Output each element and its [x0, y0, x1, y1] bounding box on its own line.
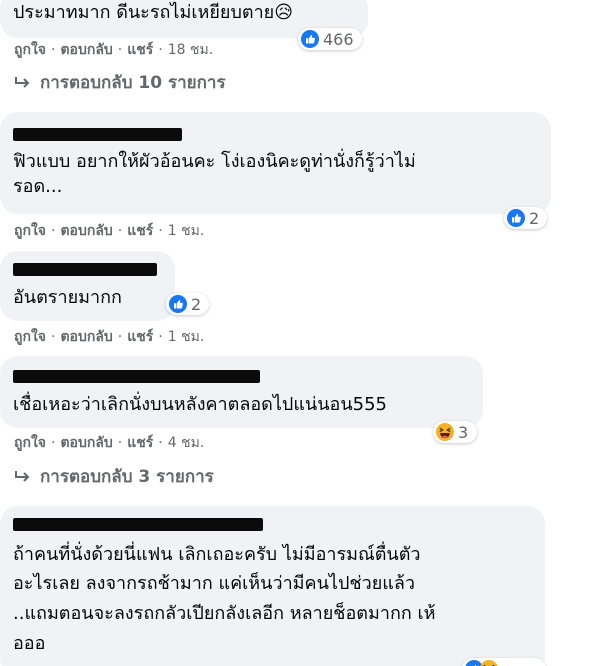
comment-actions: ถูกใจ · ตอบกลับ · แชร์ · 4 ชม. — [14, 435, 205, 451]
comment-actions: ถูกใจ · ตอบกลับ · แชร์ · 1 ชม. — [14, 223, 205, 239]
reaction-count: 466 — [323, 29, 354, 49]
reaction-count: 3 — [458, 422, 469, 442]
reply-link[interactable]: ตอบกลับ — [60, 435, 112, 451]
share-link[interactable]: แชร์ — [127, 435, 153, 451]
reply-link[interactable]: ตอบกลับ — [60, 42, 112, 58]
reply-arrow-icon — [15, 77, 30, 88]
reaction-count-pill[interactable]: 3 — [433, 421, 477, 443]
reaction-count-pill[interactable]: 466 — [298, 28, 362, 50]
replies-label: การตอบกลับ 10 รายการ — [40, 73, 226, 93]
comment-bubble: ถ้าคนที่นั่งด้วยนี่แฟน เลิกเถอะครับ ไม่ม… — [0, 506, 545, 666]
share-link[interactable]: แชร์ — [127, 42, 153, 58]
timestamp[interactable]: 4 ชม. — [168, 435, 205, 451]
reaction-count: 2 — [191, 294, 202, 314]
reaction-count-pill[interactable]: 2 — [504, 207, 547, 229]
reaction-count-pill[interactable]: 2 — [166, 293, 209, 315]
haha-icon — [480, 660, 498, 666]
comment-text: ถ้าคนที่นั่งด้วยนี่แฟน เลิกเถอะครับ ไม่ม… — [13, 544, 421, 565]
timestamp[interactable]: 1 ชม. — [168, 329, 205, 345]
comment-text: เชื่อเหอะว่าเลิกนั่งบนหลังคาตลอดไปแน่นอน… — [13, 394, 388, 415]
redacted-author-name — [13, 518, 263, 531]
timestamp[interactable]: 18 ชม. — [168, 42, 213, 58]
redacted-author-name — [13, 128, 182, 141]
comment-text: อะไรเลย ลงจากรถช้ามาก แค่เห็นว่ามีคนไปช่… — [13, 573, 415, 594]
comment-text: อออ — [13, 633, 46, 654]
comment-text: อันตรายมากก — [13, 287, 122, 308]
comment-text: รอด... — [13, 176, 63, 197]
timestamp[interactable]: 1 ชม. — [168, 223, 205, 239]
redacted-author-name — [13, 370, 260, 383]
reply-link[interactable]: ตอบกลับ — [60, 223, 112, 239]
reaction-count: 2 — [529, 208, 540, 228]
comment-bubble: ฟิวแบบ อยากให้ผัวอ้อนคะ โง่เองนิคะดูท่าน… — [0, 112, 551, 214]
replies-label: การตอบกลับ 3 รายการ — [40, 467, 214, 487]
redacted-author-name — [13, 263, 157, 276]
share-link[interactable]: แชร์ — [127, 223, 153, 239]
like-link[interactable]: ถูกใจ — [14, 223, 46, 239]
like-link[interactable]: ถูกใจ — [14, 435, 46, 451]
reply-link[interactable]: ตอบกลับ — [60, 329, 112, 345]
comment-actions: ถูกใจ · ตอบกลับ · แชร์ · 18 ชม. — [14, 42, 214, 58]
comment-text: ฟิวแบบ อยากให้ผัวอ้อนคะ โง่เองนิคะดูท่าน… — [13, 151, 416, 172]
reaction-count-pill[interactable] — [462, 658, 546, 666]
like-icon — [169, 295, 187, 313]
comment-actions: ถูกใจ · ตอบกลับ · แชร์ · 1 ชม. — [14, 329, 205, 345]
like-icon — [507, 209, 525, 227]
comment-text: ประมาทมาก ดีนะรถไม่เหยียบตาย😥 — [13, 2, 293, 23]
reply-arrow-icon — [15, 471, 30, 482]
comment-text: ..แถมตอนจะลงรถกลัวเปียกลังเลอีก หลายช็อต… — [13, 603, 436, 624]
share-link[interactable]: แชร์ — [127, 329, 153, 345]
comment-bubble: เชื่อเหอะว่าเลิกนั่งบนหลังคาตลอดไปแน่นอน… — [0, 356, 483, 428]
like-link[interactable]: ถูกใจ — [14, 329, 46, 345]
view-replies-link[interactable]: การตอบกลับ 10 รายการ — [14, 72, 226, 94]
haha-icon — [436, 423, 454, 441]
comment-bubble: อันตรายมากก — [0, 251, 175, 321]
view-replies-link[interactable]: การตอบกลับ 3 รายการ — [14, 466, 214, 488]
like-icon — [301, 30, 319, 48]
like-link[interactable]: ถูกใจ — [14, 42, 46, 58]
